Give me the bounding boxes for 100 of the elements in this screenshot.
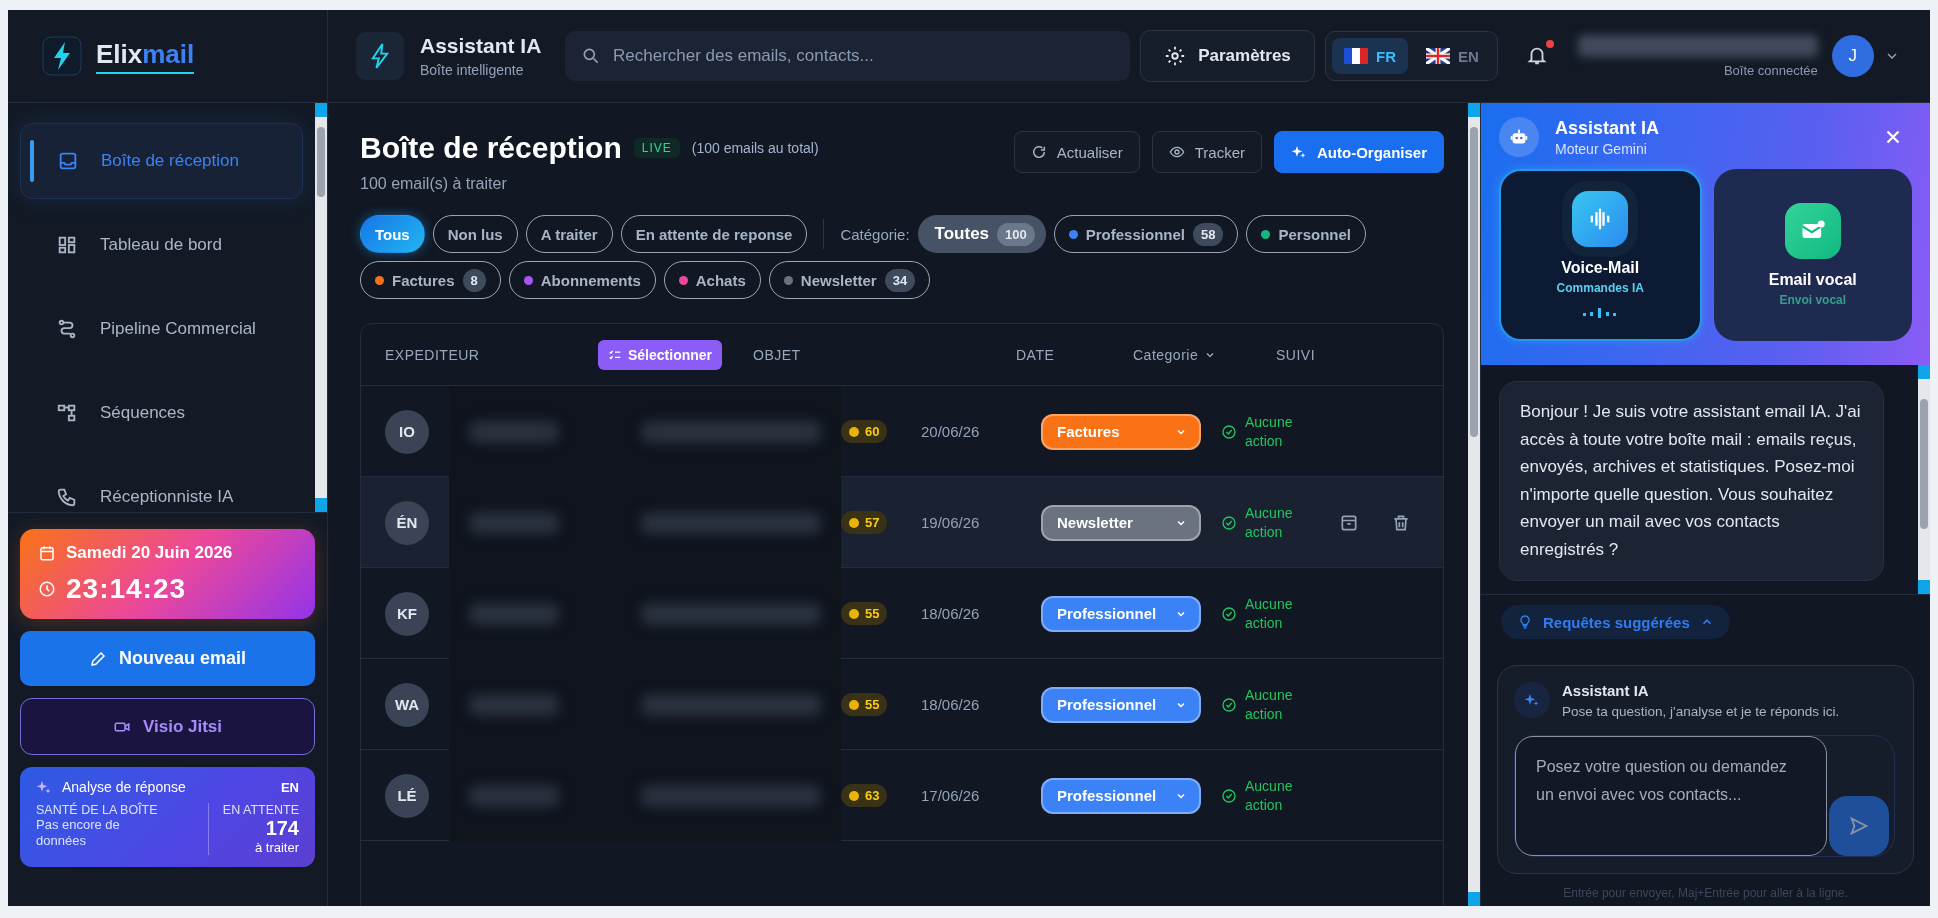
suggestions-toggle[interactable]: Requêtes suggérées	[1501, 605, 1730, 639]
lightning-logo-icon	[42, 36, 82, 76]
settings-icon	[1164, 45, 1187, 67]
send-button[interactable]	[1829, 796, 1889, 856]
category-dropdown[interactable]: Professionnel	[1041, 595, 1201, 632]
category-dropdown[interactable]: Newsletter	[1041, 504, 1201, 541]
check-circle-icon	[1221, 696, 1237, 713]
logo-text: Elixmail	[96, 38, 195, 74]
flag-icon	[1344, 48, 1368, 64]
category-dropdown[interactable]: Professionnel	[1041, 686, 1201, 723]
check-circle-icon	[1221, 605, 1237, 622]
language-button[interactable]: EN	[1414, 38, 1491, 74]
user-avatar[interactable]: J	[1831, 35, 1874, 77]
column-header: DATE	[1016, 346, 1056, 363]
email-row[interactable]: IO 60 20/06/26 Factures Aucune action	[361, 386, 1443, 477]
column-header: SUIVI	[1276, 346, 1317, 363]
email-row[interactable]: KF 55 18/06/26 Professionnel Aucune action	[361, 568, 1443, 659]
sender-avatar: KF	[385, 591, 429, 636]
email-row[interactable]: WA 55 18/06/26 Professionnel Aucune action	[361, 659, 1443, 750]
date-text: Samedi 20 Juin 2026	[66, 543, 233, 563]
scrollbar[interactable]	[1468, 103, 1480, 906]
route-icon	[56, 318, 78, 340]
mode-card[interactable]: Voice-Mail Commandes IA	[1499, 169, 1702, 341]
assistant-subtitle: Moteur Gemini	[1555, 140, 1648, 157]
nav-item[interactable]: Pipeline Commercial	[20, 291, 303, 367]
health-value: Pas encore de données	[36, 817, 121, 850]
sparkles-icon	[1514, 682, 1550, 718]
score-badge: 55	[841, 693, 888, 716]
assistant-message: Bonjour ! Je suis votre assistant email IA. J'ai accès à toute votre boîte mail : emails reçus, envoyés, archives et statistiques. Posez-moi n'importe quelle question. Vous souhaitez envoyer un mail avec vos contacts enregistrés ?	[1499, 381, 1884, 581]
mode-card[interactable]: Email vocal Envoi vocal	[1713, 169, 1912, 341]
date-cell-text: 18/06/26	[921, 605, 981, 622]
followup-status: Aucune action	[1245, 595, 1294, 632]
followup-status: Aucune action	[1245, 413, 1294, 450]
composer-title: Assistant IA	[1562, 682, 1650, 699]
category-column-header[interactable]: Categorie	[1133, 346, 1276, 363]
language-label: EN	[280, 779, 299, 795]
scrollbar[interactable]	[1918, 365, 1930, 594]
followup-status: Aucune action	[1245, 686, 1294, 723]
sparkles-icon	[1291, 144, 1307, 160]
page-subtitle: 100 email(s) à traiter	[360, 175, 508, 193]
count-badge: 8	[462, 268, 486, 292]
count-badge: 100	[997, 222, 1035, 246]
search-field[interactable]: Rechercher des emails, contacts...	[565, 31, 1130, 81]
category-label: Catégorie:	[840, 225, 910, 243]
total-count: (100 emails au total)	[691, 140, 819, 156]
column-header: OBJET	[752, 346, 802, 363]
app-title: Assistant IA	[420, 34, 543, 58]
check-circle-icon	[1221, 514, 1237, 531]
auto-organize-button[interactable]: Auto-Organiser	[1274, 131, 1444, 173]
analysis-title: Analyse de réponse	[62, 779, 186, 795]
composer-subtitle: Pose ta question, j'analyse et je te réponds ici.	[1562, 704, 1840, 719]
mode-subtitle: Commandes IA	[1556, 281, 1644, 295]
message-input[interactable]: Posez votre question ou demandez un envoi avec vos contacts...	[1515, 736, 1827, 856]
scrollbar[interactable]	[315, 103, 327, 512]
video-call-button[interactable]: Visio Jitsi	[20, 698, 315, 755]
nav-item[interactable]: Réceptionniste IA	[20, 459, 303, 512]
nav-item[interactable]: Tableau de bord	[20, 207, 303, 283]
followup-status: Aucune action	[1245, 777, 1294, 814]
phone-icon	[56, 486, 78, 508]
sender-avatar: WA	[385, 682, 429, 727]
pencil-icon	[88, 649, 107, 668]
calendar-icon	[38, 544, 56, 562]
score-badge: 60	[841, 420, 888, 443]
live-badge: LIVE	[633, 138, 680, 158]
date-cell-text: 20/06/26	[921, 423, 981, 440]
inbox-icon	[57, 150, 79, 172]
sparkles-icon	[36, 779, 52, 795]
page-title: Boîte de réception	[360, 131, 622, 165]
select-button[interactable]: Sélectionner	[598, 339, 723, 370]
grid-icon	[56, 234, 78, 256]
check-circle-icon	[1221, 787, 1237, 804]
assistant-title: Assistant IA	[1555, 117, 1660, 139]
score-badge: 63	[841, 784, 888, 807]
email-row[interactable]: LÉ 63 17/06/26 Professionnel Aucune action	[361, 750, 1443, 841]
count-badge: 34	[884, 268, 916, 292]
settings-button[interactable]: Paramètres	[1140, 30, 1315, 82]
refresh-icon	[1030, 144, 1047, 160]
language-button[interactable]: FR	[1332, 38, 1408, 74]
category-filter[interactable]: Toutes 100	[917, 215, 1046, 253]
refresh-button[interactable]: Actualiser	[1013, 131, 1140, 173]
category-dropdown[interactable]: Professionnel	[1041, 777, 1201, 814]
time-text: 23:14:23	[66, 573, 187, 605]
sender-avatar: LÉ	[385, 773, 429, 818]
tracker-button[interactable]: Tracker	[1151, 131, 1262, 173]
nav-item[interactable]: Séquences	[20, 375, 303, 451]
new-email-button[interactable]: Nouveau email	[20, 631, 315, 686]
mode-title: Voice-Mail	[1561, 259, 1640, 277]
email-row[interactable]: ÉN 57 19/06/26 Newsletter Aucune action	[361, 477, 1443, 568]
mode-subtitle: Envoi vocal	[1779, 293, 1847, 307]
score-badge: 55	[841, 602, 888, 625]
robot-icon	[1499, 117, 1539, 157]
date-cell-text: 17/06/26	[921, 787, 981, 804]
lightning-icon	[356, 32, 404, 80]
nav-item[interactable]: Boîte de réception	[20, 123, 303, 199]
search-icon	[581, 46, 601, 66]
check-circle-icon	[1221, 423, 1237, 440]
column-header: EXPEDITEUR	[385, 346, 481, 363]
score-badge: 57	[841, 511, 888, 534]
send-icon	[1848, 815, 1870, 837]
level-meter-icon	[1582, 307, 1619, 319]
